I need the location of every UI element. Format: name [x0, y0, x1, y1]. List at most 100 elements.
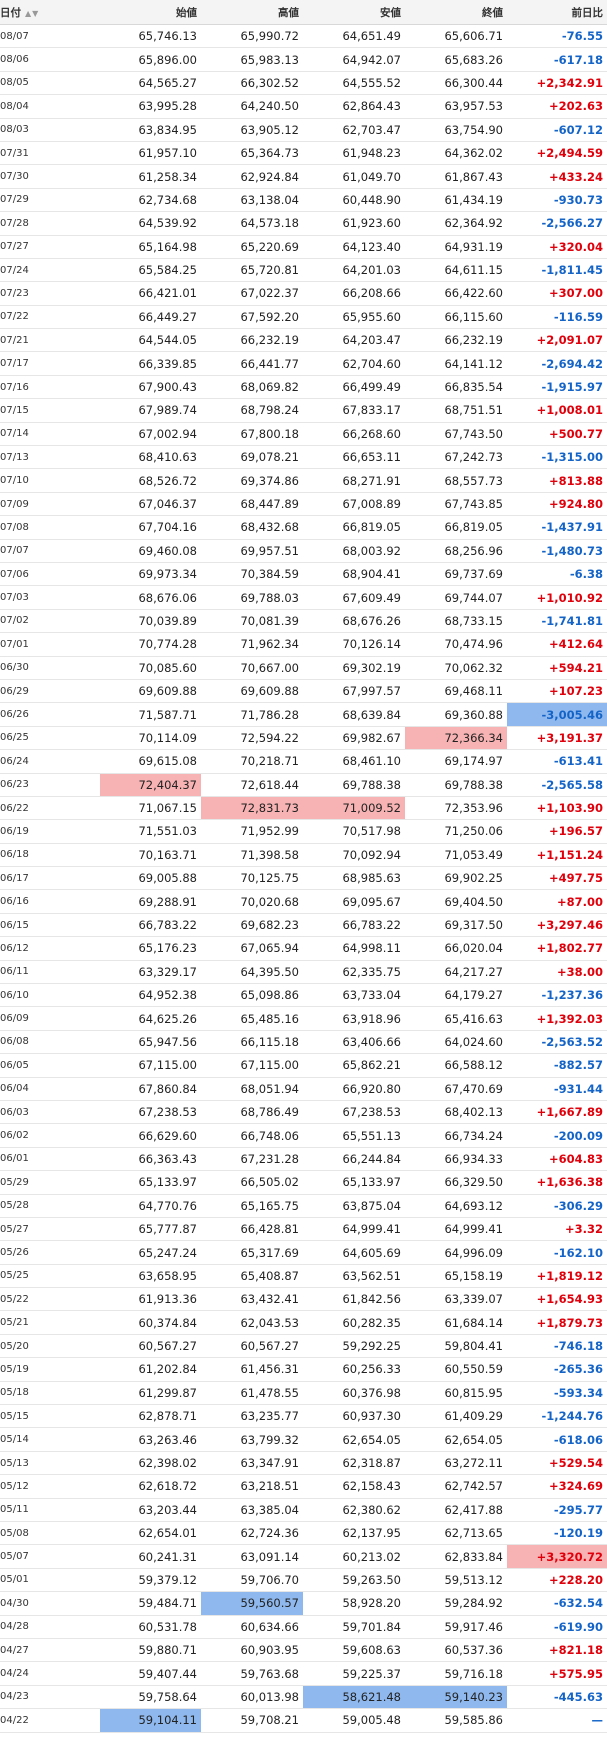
cell-open: 66,449.27	[100, 305, 201, 330]
cell-date: 05/11	[0, 1498, 100, 1523]
table-row: 05/15 62,878.71 63,235.77 60,937.30 61,409.2…	[0, 1404, 607, 1429]
cell-open: 59,104.11	[100, 1708, 201, 1733]
table-row: 06/09 64,625.26 65,485.16 63,918.96 65,416.6…	[0, 1006, 607, 1031]
cell-change: +1,008.01	[507, 398, 607, 423]
cell-low: 58,928.20	[303, 1591, 405, 1616]
cell-high: 60,013.98	[201, 1685, 303, 1710]
cell-close: 67,242.73	[405, 445, 507, 470]
cell-date: 06/05	[0, 1053, 100, 1078]
cell-open: 71,067.15	[100, 796, 201, 821]
cell-low: 62,380.62	[303, 1498, 405, 1523]
cell-high: 65,983.13	[201, 47, 303, 72]
cell-high: 70,218.71	[201, 749, 303, 774]
cell-open: 65,777.87	[100, 1217, 201, 1242]
table-row: 07/29 62,734.68 63,138.04 60,448.90 61,434.1…	[0, 188, 607, 213]
header-open[interactable]: 始値	[100, 0, 201, 25]
cell-open: 67,989.74	[100, 398, 201, 423]
cell-date: 04/27	[0, 1638, 100, 1663]
cell-low: 63,733.04	[303, 983, 405, 1008]
cell-change: +821.18	[507, 1638, 607, 1663]
cell-change: +228.20	[507, 1568, 607, 1593]
cell-open: 64,625.26	[100, 1006, 201, 1031]
table-row: 06/26 71,587.71 71,786.28 68,639.84 69,360.8…	[0, 702, 607, 727]
cell-open: 63,658.95	[100, 1264, 201, 1289]
cell-low: 61,948.23	[303, 141, 405, 166]
cell-open: 69,615.08	[100, 749, 201, 774]
cell-date: 08/05	[0, 71, 100, 96]
cell-date: 07/24	[0, 258, 100, 283]
cell-close: 66,734.24	[405, 1123, 507, 1148]
cell-low: 62,864.43	[303, 94, 405, 119]
cell-close: 67,743.85	[405, 492, 507, 517]
table-row: 05/13 62,398.02 63,347.91 62,318.87 63,272.1…	[0, 1451, 607, 1476]
cell-low: 62,654.05	[303, 1427, 405, 1452]
table-row: 06/17 69,005.88 70,125.75 68,985.63 69,902.2…	[0, 866, 607, 891]
cell-change: -76.55	[507, 24, 607, 49]
cell-change: -2,563.52	[507, 1030, 607, 1055]
cell-close: 64,931.19	[405, 235, 507, 259]
table-row: 06/24 69,615.08 70,218.71 68,461.10 69,174.9…	[0, 749, 607, 774]
cell-high: 69,609.88	[201, 679, 303, 704]
cell-high: 61,478.55	[201, 1381, 303, 1406]
table-row: 04/23 59,758.64 60,013.98 58,621.48 59,140.2…	[0, 1685, 607, 1710]
cell-low: 66,499.49	[303, 375, 405, 400]
cell-change: +320.04	[507, 235, 607, 259]
header-date[interactable]: 日付 ▲▼	[0, 0, 100, 25]
cell-change: +1,392.03	[507, 1006, 607, 1031]
cell-high: 70,384.59	[201, 562, 303, 587]
cell-date: 06/24	[0, 749, 100, 774]
cell-open: 70,039.89	[100, 609, 201, 634]
header-high[interactable]: 高値	[201, 0, 303, 25]
cell-low: 64,555.52	[303, 71, 405, 96]
cell-close: 69,737.69	[405, 562, 507, 587]
cell-change: +87.00	[507, 889, 607, 914]
cell-high: 72,594.22	[201, 726, 303, 751]
cell-close: 61,409.29	[405, 1404, 507, 1429]
cell-low: 69,095.67	[303, 889, 405, 914]
cell-high: 69,078.21	[201, 445, 303, 470]
cell-close: 66,835.54	[405, 375, 507, 400]
cell-open: 60,567.27	[100, 1334, 201, 1359]
cell-close: 66,020.04	[405, 936, 507, 961]
header-close[interactable]: 終値	[405, 0, 507, 25]
cell-close: 64,024.60	[405, 1030, 507, 1055]
table-row: 07/21 64,544.05 66,232.19 64,203.47 66,232.1…	[0, 328, 607, 353]
table-row: 07/07 69,460.08 69,957.51 68,003.92 68,256.9…	[0, 539, 607, 563]
cell-low: 59,263.50	[303, 1568, 405, 1593]
cell-high: 62,043.53	[201, 1310, 303, 1335]
cell-date: 06/29	[0, 679, 100, 704]
cell-low: 63,406.66	[303, 1030, 405, 1055]
table-row: 06/04 67,860.84 68,051.94 66,920.80 67,470.6…	[0, 1077, 607, 1101]
cell-close: 59,513.12	[405, 1568, 507, 1593]
cell-change: +1,667.89	[507, 1100, 607, 1125]
cell-change: +433.24	[507, 164, 607, 189]
cell-date: 06/22	[0, 796, 100, 821]
cell-close: 68,733.15	[405, 609, 507, 634]
cell-high: 69,957.51	[201, 539, 303, 563]
cell-open: 63,834.95	[100, 118, 201, 142]
cell-date: 07/07	[0, 539, 100, 563]
cell-date: 06/01	[0, 1147, 100, 1172]
cell-close: 65,606.71	[405, 24, 507, 49]
cell-open: 64,544.05	[100, 328, 201, 353]
cell-date: 07/15	[0, 398, 100, 423]
cell-low: 61,842.56	[303, 1287, 405, 1312]
cell-low: 64,123.40	[303, 235, 405, 259]
cell-date: 05/28	[0, 1194, 100, 1218]
cell-close: 64,141.12	[405, 351, 507, 376]
cell-low: 65,955.60	[303, 305, 405, 330]
cell-high: 65,720.81	[201, 258, 303, 283]
cell-date: 07/02	[0, 609, 100, 634]
cell-open: 67,704.16	[100, 515, 201, 540]
sort-arrows-icon[interactable]: ▲▼	[25, 9, 39, 18]
cell-change: -162.10	[507, 1240, 607, 1265]
header-low[interactable]: 安値	[303, 0, 405, 25]
table-row: 08/03 63,834.95 63,905.12 62,703.47 63,754.9…	[0, 118, 607, 142]
table-row: 06/30 70,085.60 70,667.00 69,302.19 70,062.3…	[0, 656, 607, 680]
table-row: 04/22 59,104.11 59,708.21 59,005.48 59,585.8…	[0, 1708, 607, 1733]
cell-low: 70,126.14	[303, 632, 405, 657]
cell-date: 06/04	[0, 1077, 100, 1101]
header-change[interactable]: 前日比	[507, 0, 607, 25]
cell-close: 65,683.26	[405, 47, 507, 72]
cell-open: 60,531.78	[100, 1615, 201, 1639]
